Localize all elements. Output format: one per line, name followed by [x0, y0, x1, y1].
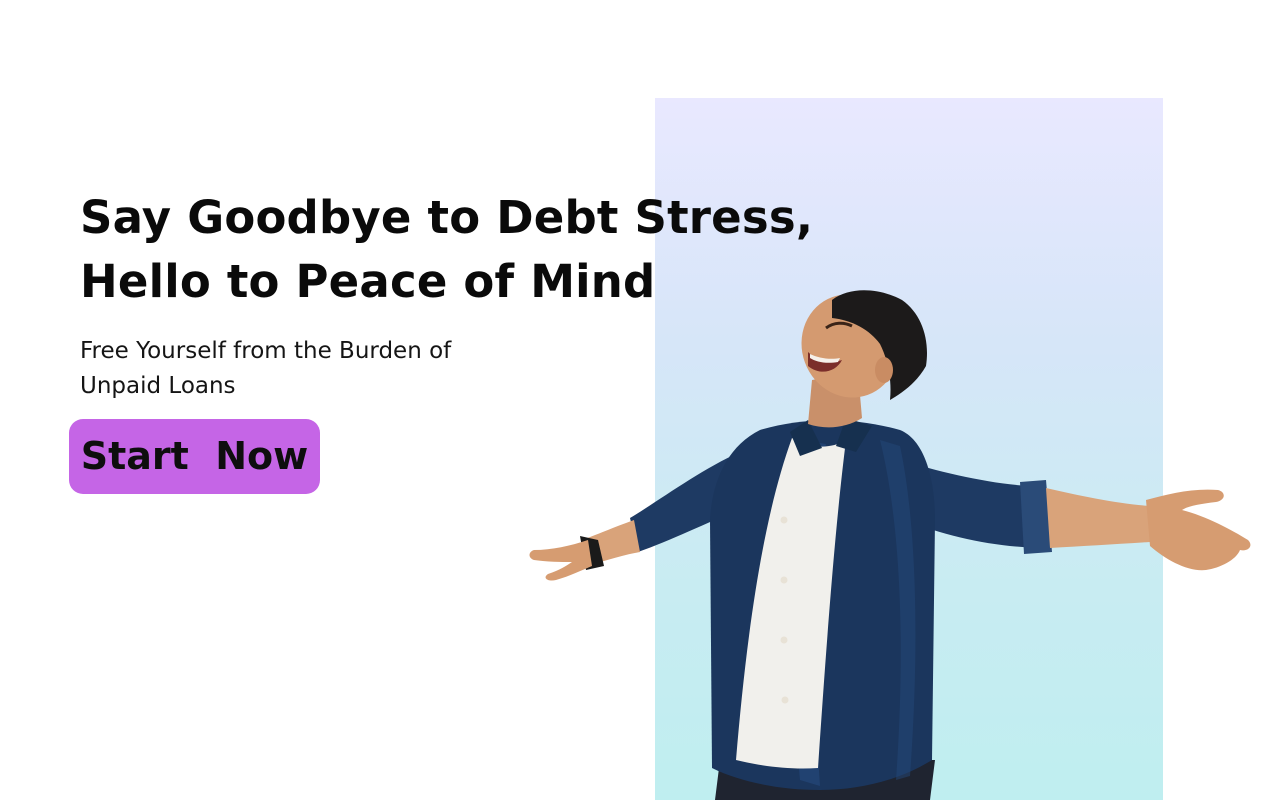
hero-headline-line-2: Hello to Peace of Mind [80, 255, 656, 308]
hero-subheadline-line-2: Unpaid Loans [80, 373, 236, 399]
hero-headline: Say Goodbye to Debt Stress, Hello to Pea… [80, 186, 840, 314]
hero-headline-line-1: Say Goodbye to Debt Stress, [80, 191, 814, 244]
hero-subheadline: Free Yourself from the Burden of Unpaid … [80, 334, 510, 404]
start-now-button[interactable]: Start Now [69, 419, 320, 494]
hero-subheadline-line-1: Free Yourself from the Burden of [80, 338, 452, 364]
